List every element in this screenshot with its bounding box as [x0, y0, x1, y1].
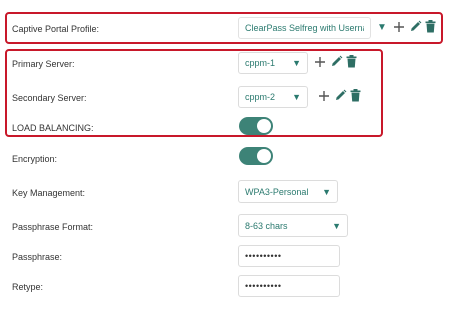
trash-icon[interactable] [425, 20, 436, 33]
captive-portal-label: Captive Portal Profile: [12, 24, 100, 34]
caret-down-icon: ▼ [292, 92, 301, 102]
caret-down-icon: ▼ [322, 186, 331, 197]
retype-input[interactable]: •••••••••• [238, 275, 340, 297]
wlan-security-settings-panel: Captive Portal Profile: ClearPass Selfre… [0, 0, 474, 316]
passphrase-format-label: Passphrase Format: [12, 222, 94, 232]
key-management-select[interactable]: WPA3-Personal ▼ [238, 180, 338, 203]
passphrase-label: Passphrase: [12, 252, 63, 262]
toggle-knob [257, 119, 271, 133]
passphrase-format-value: 8-63 chars [245, 220, 288, 231]
toggle-knob [257, 149, 271, 163]
passphrase-format-select[interactable]: 8-63 chars ▼ [238, 214, 348, 237]
key-management-label: Key Management: [12, 188, 86, 198]
plus-icon[interactable] [314, 56, 326, 68]
encryption-toggle[interactable] [239, 147, 273, 165]
primary-server-value: cppm-1 [245, 58, 276, 68]
caret-down-icon: ▼ [292, 58, 301, 68]
pencil-icon[interactable] [334, 89, 347, 102]
encryption-label: Encryption: [12, 154, 58, 164]
trash-icon[interactable] [350, 89, 361, 102]
trash-icon[interactable] [346, 55, 357, 68]
pencil-icon[interactable] [409, 20, 422, 33]
captive-portal-select[interactable]: ClearPass Selfreg with Username [238, 17, 371, 39]
load-balancing-label: LOAD BALANCING: [12, 123, 94, 133]
passphrase-value: •••••••••• [245, 251, 282, 261]
retype-label: Retype: [12, 282, 44, 292]
captive-portal-value: ClearPass Selfreg with Username [245, 23, 364, 33]
caret-down-icon: ▼ [332, 220, 341, 231]
caret-down-icon[interactable]: ▼ [377, 22, 387, 34]
primary-server-select[interactable]: cppm-1 ▼ [238, 52, 308, 74]
retype-value: •••••••••• [245, 281, 282, 291]
secondary-server-value: cppm-2 [245, 92, 276, 102]
plus-icon[interactable] [393, 21, 405, 33]
load-balancing-toggle[interactable] [239, 117, 273, 135]
key-management-value: WPA3-Personal [245, 186, 309, 197]
plus-icon[interactable] [318, 90, 330, 102]
passphrase-input[interactable]: •••••••••• [238, 245, 340, 267]
primary-server-label: Primary Server: [12, 59, 75, 69]
pencil-icon[interactable] [330, 55, 343, 68]
secondary-server-select[interactable]: cppm-2 ▼ [238, 86, 308, 108]
secondary-server-label: Secondary Server: [12, 93, 87, 103]
